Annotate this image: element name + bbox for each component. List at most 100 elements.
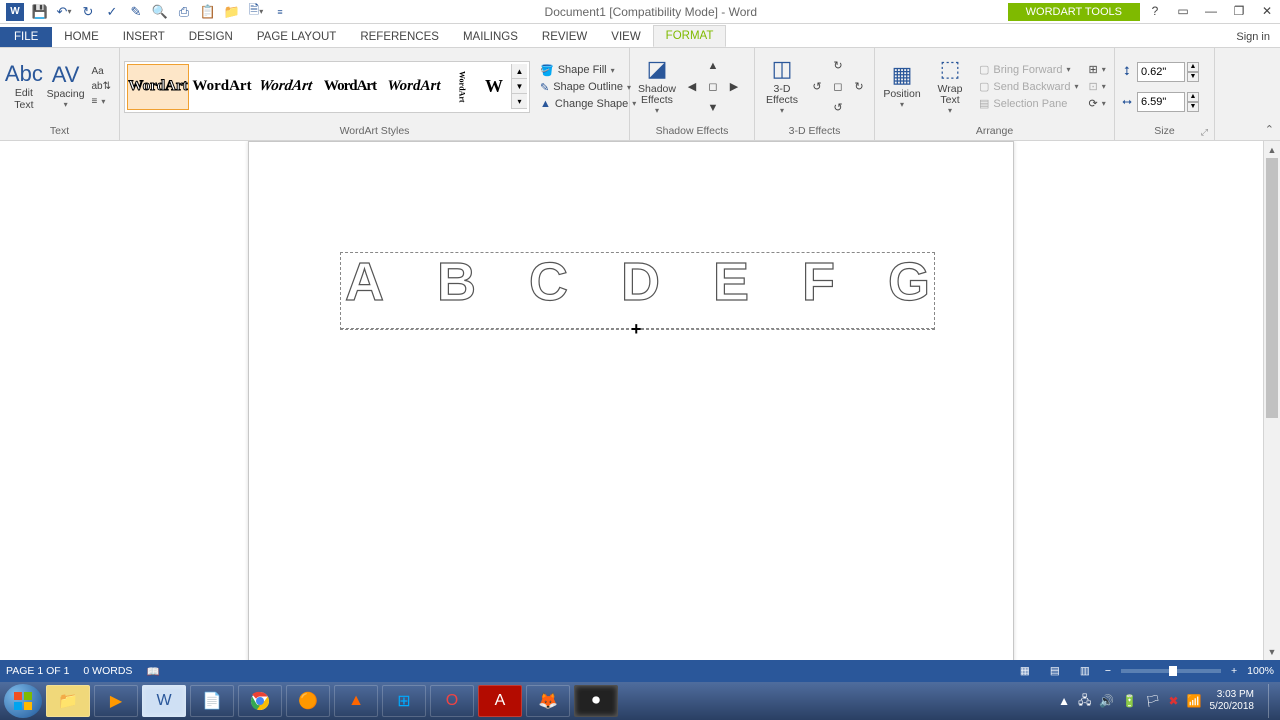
shadow-effects-button[interactable]: ◪ Shadow Effects▾ [634, 54, 680, 120]
taskbar-app-recorder[interactable]: ⏺ [574, 685, 618, 717]
maximize-icon[interactable]: ❐ [1230, 2, 1248, 20]
tab-design[interactable]: DESIGN [177, 27, 245, 47]
zoom-slider[interactable] [1121, 669, 1221, 673]
tray-battery-icon[interactable]: 🔋 [1122, 694, 1137, 708]
shape-fill-button[interactable]: 🪣Shape Fill▾ [536, 63, 640, 78]
minimize-icon[interactable]: — [1202, 2, 1220, 20]
spin-up-icon[interactable]: ▲ [1187, 92, 1199, 102]
wordart-style-item[interactable]: WordArt [319, 64, 381, 110]
word-app-icon[interactable]: W [6, 3, 24, 21]
close-icon[interactable]: ✕ [1258, 2, 1276, 20]
qat-item-icon[interactable]: ✓ [104, 4, 120, 20]
qat-item-icon[interactable]: 📁 [224, 4, 240, 20]
taskbar-app-firefox[interactable]: 🦊 [526, 685, 570, 717]
spacing-button[interactable]: AV Spacing ▾ [46, 54, 86, 120]
wordart-style-item[interactable]: WordArt [447, 64, 477, 110]
wordart-style-item[interactable]: WordArt [127, 64, 189, 110]
gallery-more-icon[interactable]: ▾ [512, 94, 527, 109]
scrollbar-thumb[interactable] [1266, 158, 1278, 418]
wordart-style-item[interactable]: WordArt [255, 64, 317, 110]
tab-mailings[interactable]: MAILINGS [451, 27, 530, 47]
help-icon[interactable]: ? [1146, 2, 1164, 20]
word-count[interactable]: 0 WORDS [83, 665, 132, 677]
qat-item-icon[interactable]: 🔍 [152, 4, 168, 20]
scroll-down-icon[interactable]: ▼ [1264, 643, 1280, 660]
tab-insert[interactable]: INSERT [111, 27, 177, 47]
tab-references[interactable]: REFERENCES [348, 27, 451, 47]
taskbar-app-vlc[interactable]: ▲ [334, 685, 378, 717]
sign-in-link[interactable]: Sign in [1226, 27, 1280, 47]
taskbar-app-notepad[interactable]: 📄 [190, 685, 234, 717]
tilt-right-button[interactable]: ↻ [849, 77, 869, 97]
zoom-in-button[interactable]: + [1231, 665, 1237, 677]
wordart-style-item[interactable]: W [479, 64, 509, 110]
nudge-shadow-left-button[interactable]: ◀ [682, 77, 702, 97]
web-layout-button[interactable]: ▥ [1075, 663, 1095, 679]
page-indicator[interactable]: PAGE 1 OF 1 [6, 665, 69, 677]
taskbar-app-word[interactable]: W [142, 685, 186, 717]
tab-file[interactable]: FILE [0, 27, 52, 47]
collapse-ribbon-icon[interactable]: ⌃ [1265, 123, 1274, 136]
tray-volume-icon[interactable]: 🔊 [1099, 694, 1114, 708]
qat-item-icon[interactable]: 📋 [200, 4, 216, 20]
tilt-up-button[interactable]: ↻ [828, 56, 848, 76]
dialog-launcher-icon[interactable]: ⤢ [1201, 127, 1208, 138]
send-backward-button[interactable]: ▢Send Backward▾ [975, 79, 1082, 94]
wordart-style-item[interactable]: WordArt [191, 64, 253, 110]
tray-signal-icon[interactable]: 📶 [1187, 694, 1202, 708]
nudge-shadow-up-button[interactable]: ▲ [703, 56, 723, 76]
new-doc-icon[interactable]: 🗎▾ [248, 4, 264, 20]
taskbar-app-opera[interactable]: O [430, 685, 474, 717]
tab-page-layout[interactable]: PAGE LAYOUT [245, 27, 348, 47]
group-button[interactable]: ⊡▾ [1084, 79, 1109, 94]
alignment-button[interactable]: ≡▾ [87, 95, 115, 108]
taskbar-app-adobe-reader[interactable]: A [478, 685, 522, 717]
undo-icon[interactable]: ↶▾ [56, 4, 72, 20]
taskbar-app-explorer[interactable]: 📁 [46, 685, 90, 717]
shape-width-input[interactable] [1137, 92, 1185, 112]
ribbon-options-icon[interactable]: ▭ [1174, 2, 1192, 20]
scroll-down-icon[interactable]: ▼ [512, 79, 527, 94]
taskbar-app-media-player[interactable]: ▶ [94, 685, 138, 717]
tray-network-icon[interactable]: 🖧 [1078, 691, 1091, 712]
tab-home[interactable]: HOME [52, 27, 111, 47]
taskbar-app-icon[interactable]: ⊞ [382, 685, 426, 717]
threed-effects-button[interactable]: ◫ 3-D Effects▾ [759, 54, 805, 120]
tab-format[interactable]: FORMAT [653, 25, 727, 47]
tray-security-icon[interactable]: ✖ [1168, 694, 1178, 708]
tab-review[interactable]: REVIEW [530, 27, 599, 47]
shadow-toggle-button[interactable]: ◻ [703, 77, 723, 97]
spin-down-icon[interactable]: ▼ [1187, 102, 1199, 112]
scroll-up-icon[interactable]: ▲ [1264, 141, 1280, 158]
qat-item-icon[interactable]: ⎙ [176, 4, 192, 20]
tray-show-hidden-icon[interactable]: ▲ [1058, 694, 1070, 708]
tab-view[interactable]: VIEW [599, 27, 652, 47]
print-layout-button[interactable]: ▤ [1045, 663, 1065, 679]
gallery-scroll[interactable]: ▲▼▾ [511, 64, 527, 109]
shape-height-input[interactable] [1137, 62, 1185, 82]
position-button[interactable]: ▦ Position▾ [879, 54, 925, 120]
selection-pane-button[interactable]: ▤Selection Pane [975, 96, 1082, 111]
zoom-level[interactable]: 100% [1247, 665, 1274, 677]
align-button[interactable]: ⊞▾ [1084, 62, 1109, 77]
save-icon[interactable]: 💾 [32, 4, 48, 20]
read-mode-button[interactable]: ▦ [1015, 663, 1035, 679]
zoom-out-button[interactable]: − [1105, 665, 1111, 677]
spin-up-icon[interactable]: ▲ [1187, 62, 1199, 72]
even-height-button[interactable]: Aa [87, 65, 115, 78]
vertical-scrollbar[interactable]: ▲ ▼ [1263, 141, 1280, 660]
document-page[interactable]: A B C D E F G + [248, 141, 1014, 660]
tilt-down-button[interactable]: ↺ [828, 98, 848, 118]
zoom-slider-thumb[interactable] [1169, 666, 1177, 676]
qat-customize-icon[interactable]: ≡ [272, 4, 288, 20]
scroll-up-icon[interactable]: ▲ [512, 64, 527, 79]
redo-icon[interactable]: ↻ [80, 4, 96, 20]
proofing-icon[interactable]: 📖 [146, 665, 159, 678]
wordart-style-gallery[interactable]: WordArt WordArt WordArt WordArt WordArt … [124, 61, 530, 113]
tray-action-center-icon[interactable]: 🏳 [1145, 694, 1160, 708]
wordart-style-item[interactable]: WordArt [383, 64, 445, 110]
vertical-text-button[interactable]: ab⇅ [87, 80, 115, 93]
edit-text-button[interactable]: Abc Edit Text [4, 54, 44, 120]
show-desktop-button[interactable] [1268, 684, 1276, 718]
qat-item-icon[interactable]: ✎ [128, 4, 144, 20]
